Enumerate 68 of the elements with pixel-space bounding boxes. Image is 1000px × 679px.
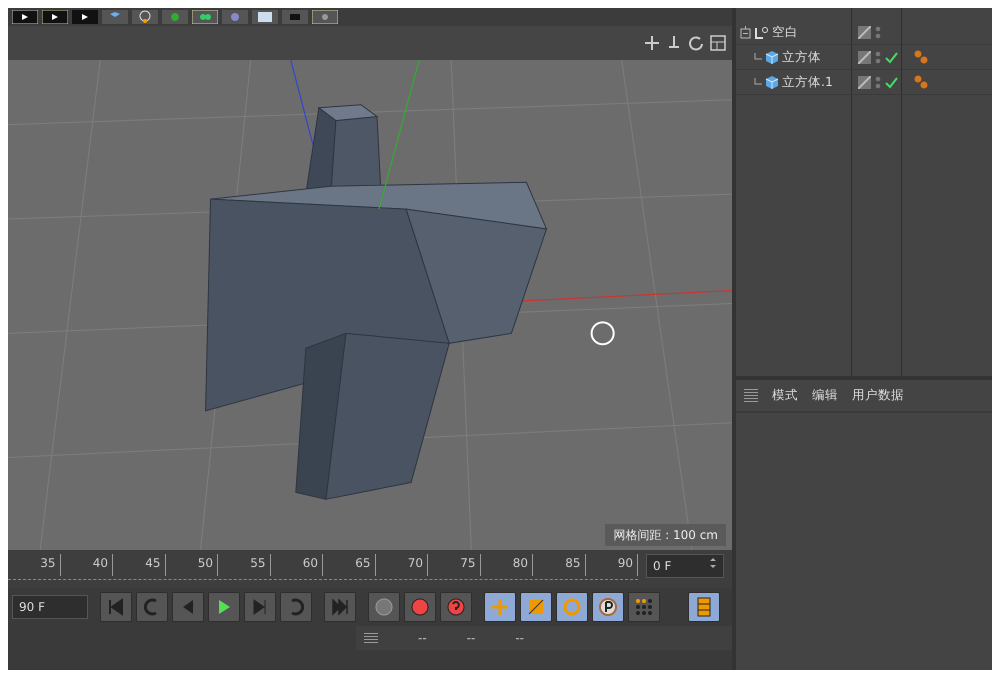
visibility-dots-icon[interactable] [875, 76, 881, 88]
layout-icon[interactable] [710, 35, 726, 51]
layer-swatch-icon[interactable] [858, 76, 871, 88]
scale-icon [526, 597, 546, 617]
tick-label: 35 [8, 554, 60, 576]
column-header: -- [515, 630, 524, 647]
move-arrows-icon [490, 597, 510, 617]
current-frame-field[interactable]: 0 F [646, 554, 724, 578]
menu-tab[interactable]: 用户数据 [852, 386, 904, 405]
parameter-button[interactable] [592, 592, 624, 622]
cursor-ring-icon [590, 321, 615, 346]
dot-grid-icon [634, 597, 654, 617]
help-icon [446, 597, 466, 617]
visibility-dots-icon[interactable] [875, 50, 881, 64]
collapse-icon[interactable] [740, 26, 751, 38]
move-arrows-button[interactable] [484, 592, 516, 622]
play-icon[interactable] [12, 10, 38, 24]
material-tag-icon[interactable] [914, 50, 928, 64]
layer-swatch-icon[interactable] [858, 50, 871, 64]
spinner-icon[interactable] [709, 557, 717, 569]
tree-branch-icon [754, 78, 762, 86]
enabled-check-icon[interactable] [885, 76, 898, 88]
tick-label: 65 [323, 554, 376, 576]
null-object-icon [754, 26, 769, 38]
column-header: -- [466, 630, 476, 647]
frame-value: 0 F [653, 558, 672, 575]
tick-label: 80 [480, 554, 533, 576]
rotate-button[interactable] [556, 592, 588, 622]
tick-label: 70 [376, 554, 428, 576]
play-icon[interactable] [72, 10, 98, 24]
parameter-icon [598, 597, 618, 617]
object-name[interactable]: 立方体 [782, 48, 821, 66]
record-button[interactable] [404, 592, 436, 622]
rotate-icon[interactable] [688, 35, 704, 51]
film-strip-button[interactable] [688, 592, 720, 622]
record-icon [410, 597, 430, 617]
tick-label: 75 [428, 554, 480, 576]
rotate-icon [562, 597, 582, 617]
object-name[interactable]: 空白 [772, 22, 798, 42]
grip-icon [364, 633, 378, 643]
dot-grid-button[interactable] [628, 592, 660, 622]
tick-label: 50 [166, 554, 218, 576]
tick-label: 45 [113, 554, 166, 576]
tick-label: 85 [533, 554, 586, 576]
tree-branch-icon [754, 53, 762, 61]
material-tag-icon[interactable] [914, 75, 928, 89]
enabled-check-icon[interactable] [885, 50, 898, 64]
move-icon[interactable] [644, 35, 660, 51]
last-frame-icon [330, 597, 350, 617]
column-header: -- [418, 630, 427, 647]
scale-button[interactable] [520, 592, 552, 622]
tick-label: 60 [270, 554, 323, 576]
grip-icon [744, 388, 758, 402]
end-frame-field[interactable]: 90 F [12, 595, 88, 619]
layer-swatch-icon[interactable] [858, 26, 871, 38]
menu-tab[interactable]: 模式 [772, 386, 798, 405]
object-name[interactable]: 立方体.1 [782, 72, 833, 92]
menu-tab[interactable]: 编辑 [812, 386, 838, 405]
help-button[interactable] [440, 592, 472, 622]
play-icon[interactable] [42, 10, 68, 24]
tick-label: 55 [218, 554, 270, 576]
tick-label: 40 [60, 554, 113, 576]
grid-spacing-label: 网格间距 : 100 cm [605, 524, 726, 546]
first-frame-icon [106, 597, 126, 617]
tick-label: 90 [586, 554, 638, 576]
play-button[interactable] [208, 592, 240, 622]
visibility-dots-icon[interactable] [875, 26, 881, 38]
keyframe-disabled-icon [374, 597, 394, 617]
